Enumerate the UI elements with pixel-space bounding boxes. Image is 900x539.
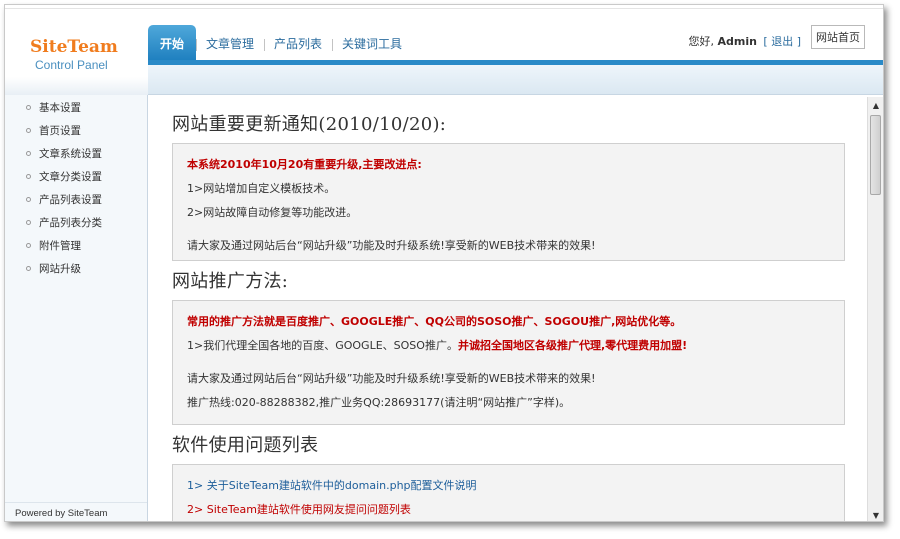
greeting-prefix: 您好, [688,35,714,48]
sidebar-item-label: 附件管理 [39,240,81,252]
sidebar-item-label: 文章分类设置 [39,171,102,183]
faq-item-prefix: 2> [187,503,204,516]
faq-box: 1> 关于SiteTeam建站软件中的domain.php配置文件说明 2> S… [172,464,845,521]
sidebar-item-article-category-settings[interactable]: 文章分类设置 [5,165,147,188]
promo-box: 常用的推广方法就是百度推广、GOOGLE推广、QQ公司的SOSO推广、SOGOU… [172,300,845,425]
notice-line: 2>网站故障自动修复等功能改进。 [187,206,358,219]
bullet-icon [26,266,31,271]
promo-line: 1>我们代理全国各地的百度、GOOGLE、SOSO推广。并诚招全国地区各级推广代… [187,334,830,358]
footer-divider [5,502,147,503]
scroll-up-icon[interactable]: ▲ [868,97,883,113]
sub-toolbar [148,65,883,95]
faq-item: 2> SiteTeam建站软件使用网友提问问题列表 [187,498,830,521]
bullet-icon [26,151,31,156]
bullet-icon [26,105,31,110]
tab-start[interactable]: 开始 [148,25,197,61]
sidebar-item-site-upgrade[interactable]: 网站升级 [5,257,147,280]
username: Admin [717,35,757,48]
site-home-button[interactable]: 网站首页 [811,25,865,49]
bullet-icon [26,128,31,133]
promo-line-highlight: 并诚招全国地区各级推广代理,零代理费用加盟! [457,339,688,352]
notice-line: 1>网站增加自定义模板技术。 [187,182,336,195]
bullet-icon [26,220,31,225]
main-nav: 开始 文章管理 产品列表 关键词工具 [148,25,412,61]
promo-headline: 常用的推广方法就是百度推广、GOOGLE推广、QQ公司的SOSO推广、SOGOU… [187,315,682,328]
powered-by: Powered by SiteTeam [15,508,108,519]
faq-title: 软件使用问题列表 [172,435,319,456]
sidebar-item-product-list-categories[interactable]: 产品列表分类 [5,211,147,234]
sidebar-item-label: 首页设置 [39,125,81,137]
vertical-scrollbar[interactable]: ▲ ▼ [867,97,883,521]
notice-footer: 请大家及通过网站后台“网站升级”功能及时升级系统!享受新的WEB技术带来的效果! [187,239,596,252]
promo-hotline: 推广热线:020-88288382,推广业务QQ:28693177(请注明“网站… [187,396,571,409]
sidebar-item-article-system-settings[interactable]: 文章系统设置 [5,142,147,165]
scroll-down-icon[interactable]: ▼ [868,507,883,521]
logo-subtitle: Control Panel [35,58,108,72]
app-window: SiteTeam Control Panel 开始 文章管理 产品列表 关键词工… [4,4,884,522]
sidebar: 基本设置 首页设置 文章系统设置 文章分类设置 产品列表设置 产品列表分类 附件… [5,95,148,521]
faq-link-domain-config[interactable]: 关于SiteTeam建站软件中的domain.php配置文件说明 [207,479,477,492]
promo-title: 网站推广方法: [172,271,289,292]
sidebar-item-homepage-settings[interactable]: 首页设置 [5,119,147,142]
faq-item: 1> 关于SiteTeam建站软件中的domain.php配置文件说明 [187,474,830,498]
sidebar-item-attachment-management[interactable]: 附件管理 [5,234,147,257]
tab-keyword-tool[interactable]: 关键词工具 [332,25,412,61]
faq-item-prefix: 1> [187,479,204,492]
logo-underlay [5,77,148,95]
sidebar-item-label: 基本设置 [39,102,81,114]
top-border [5,5,883,9]
sidebar-item-label: 产品列表设置 [39,194,102,206]
logo: SiteTeam Control Panel [5,15,148,95]
header: SiteTeam Control Panel 开始 文章管理 产品列表 关键词工… [5,5,883,95]
sidebar-item-basic-settings[interactable]: 基本设置 [5,96,147,119]
notice-title: 网站重要更新通知(2010/10/20): [172,114,447,135]
bullet-icon [26,174,31,179]
promo-footer: 请大家及通过网站后台“网站升级”功能及时升级系统!享受新的WEB技术带来的效果! [187,372,596,385]
sidebar-item-label: 产品列表分类 [39,217,102,229]
bullet-icon [26,197,31,202]
sidebar-item-label: 网站升级 [39,263,81,275]
sidebar-item-product-list-settings[interactable]: 产品列表设置 [5,188,147,211]
main-content: 网站重要更新通知(2010/10/20): 本系统2010年10月20有重要升级… [149,95,868,521]
logout-link[interactable]: [ 退出 ] [763,35,801,48]
scroll-thumb[interactable] [870,115,881,195]
user-info: 您好, Admin [ 退出 ] [688,33,801,49]
notice-headline: 本系统2010年10月20有重要升级,主要改进点: [187,158,422,171]
notice-box: 本系统2010年10月20有重要升级,主要改进点: 1>网站增加自定义模板技术。… [172,143,845,261]
tab-article-management[interactable]: 文章管理 [196,25,264,61]
bullet-icon [26,243,31,248]
sidebar-item-label: 文章系统设置 [39,148,102,160]
promo-line-text: 1>我们代理全国各地的百度、GOOGLE、SOSO推广。 [187,339,458,352]
logo-title: SiteTeam [30,37,118,57]
faq-link-user-questions[interactable]: SiteTeam建站软件使用网友提问问题列表 [207,503,411,516]
tab-product-list[interactable]: 产品列表 [264,25,332,61]
